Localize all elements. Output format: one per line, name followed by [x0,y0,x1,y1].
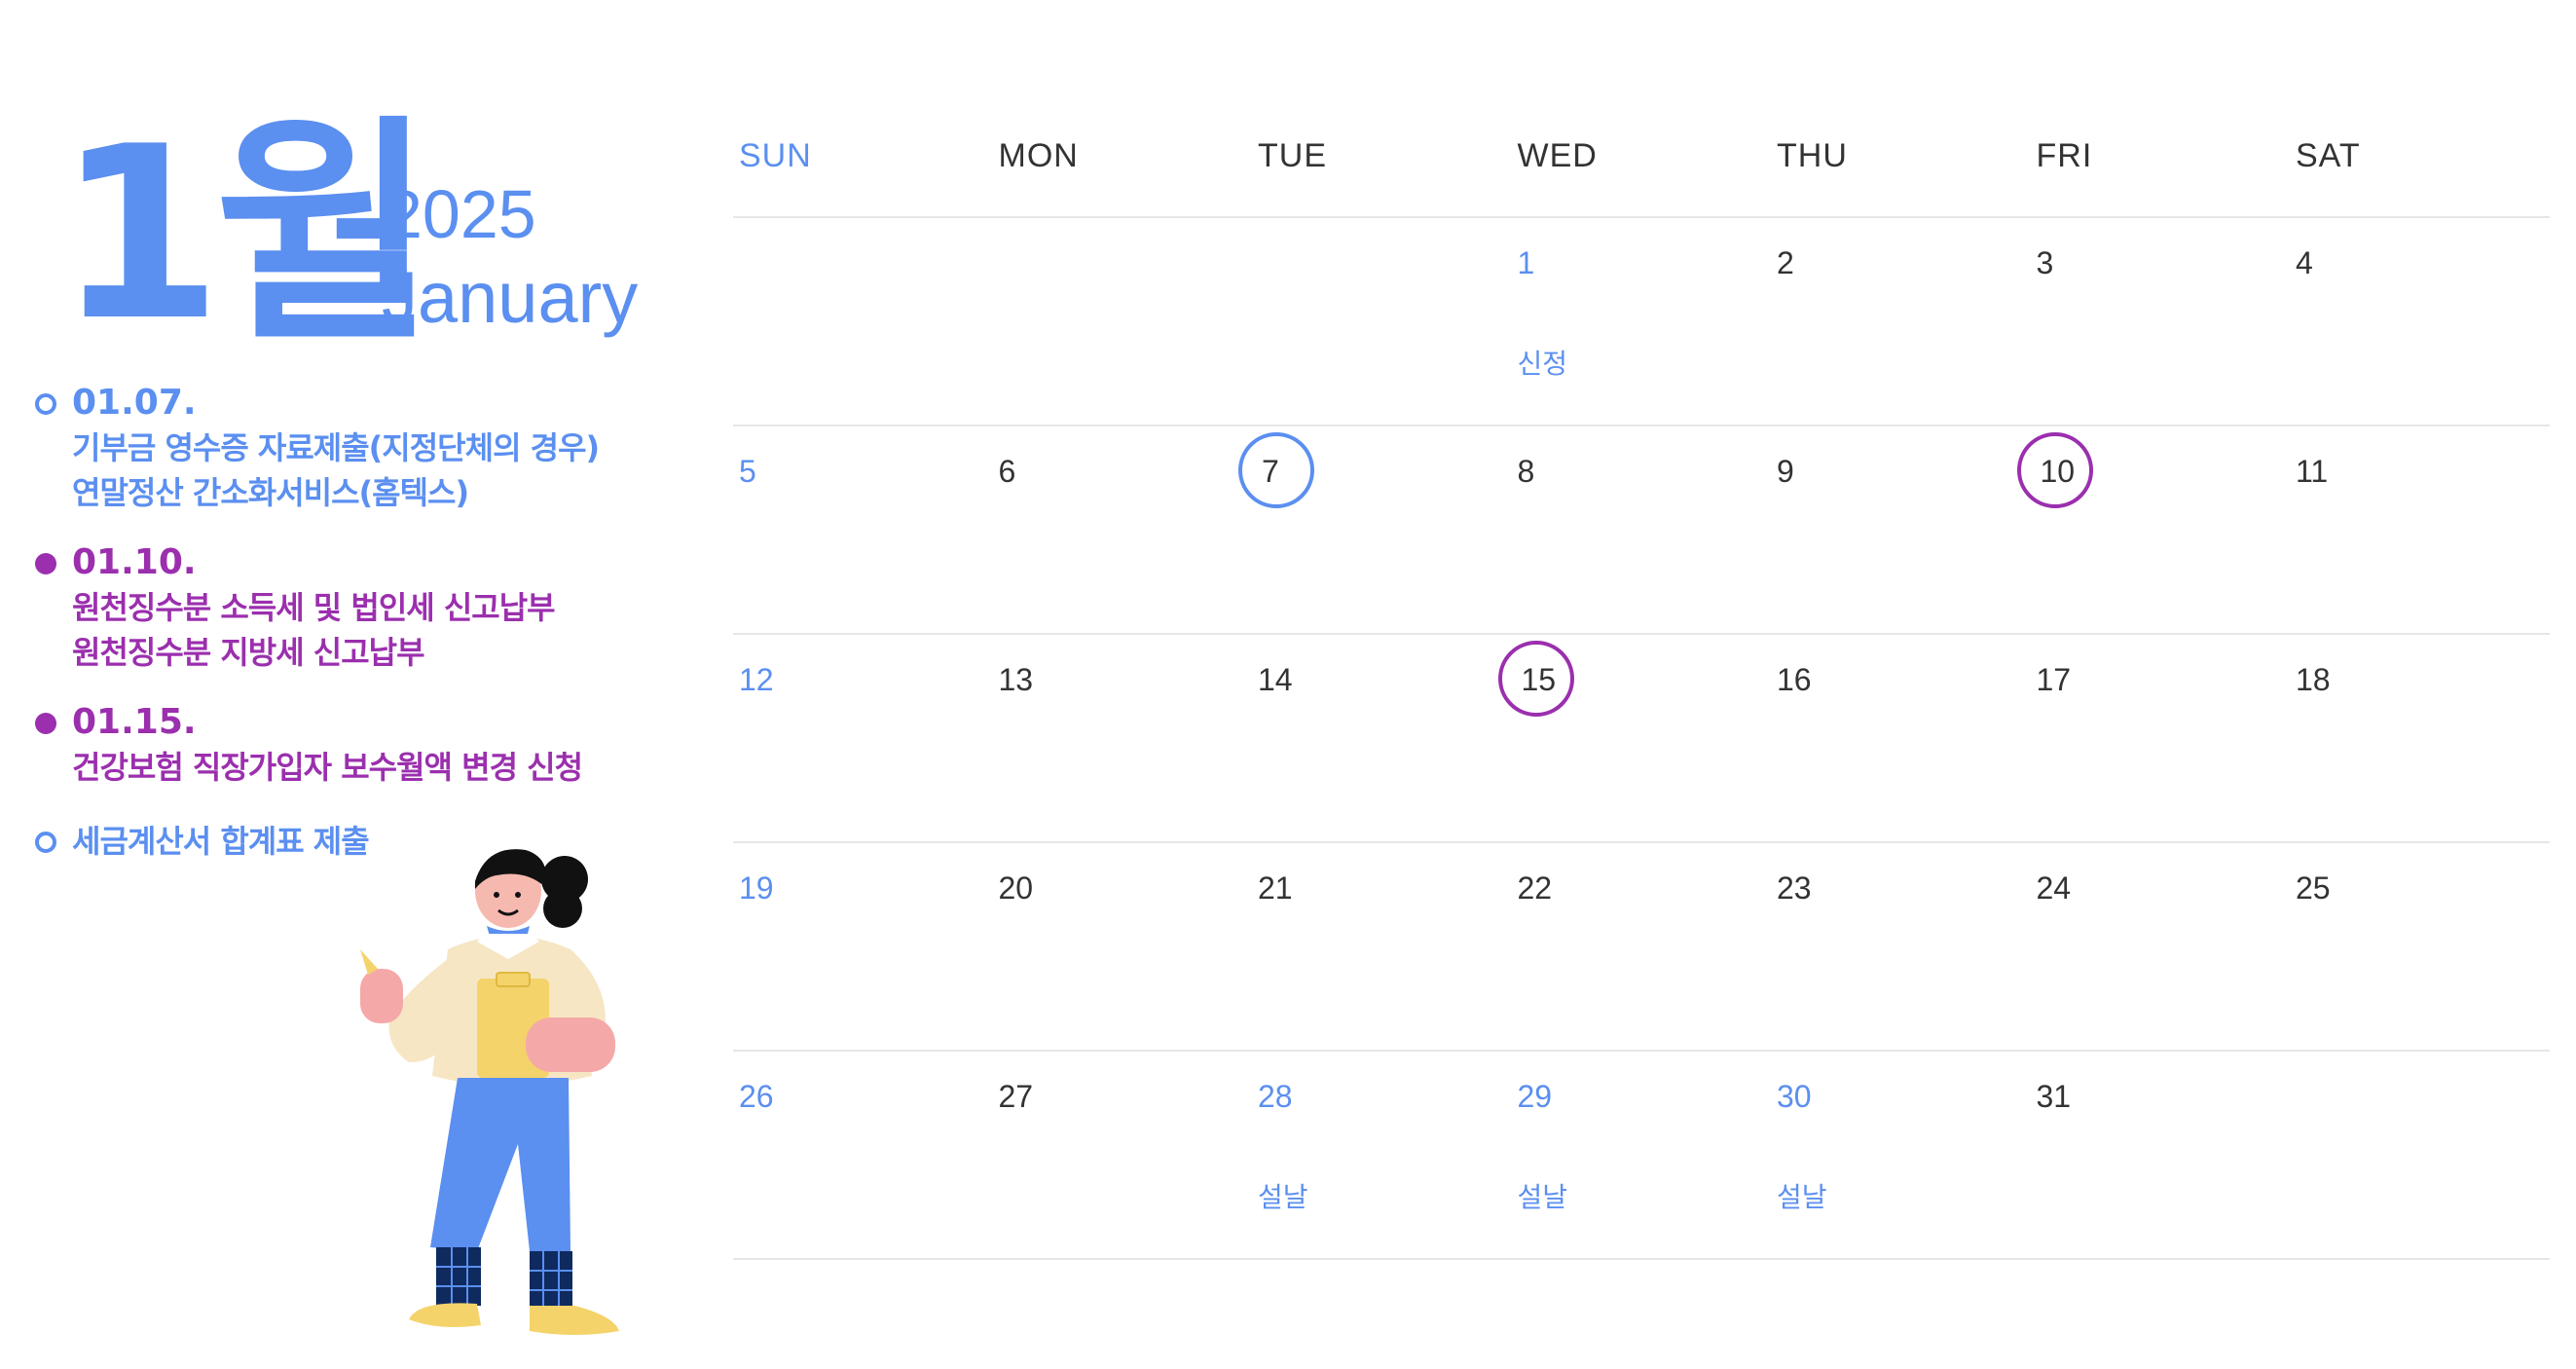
day-2[interactable]: 2 [1777,243,1794,282]
day-31[interactable]: 31 [2037,1077,2072,1116]
schedule-text: 세금계산서 합계표 제출 [72,823,370,860]
day-11[interactable]: 11 [2296,452,2328,491]
row-divider [733,425,2550,426]
day-6[interactable]: 6 [999,452,1016,491]
filled-circle-icon [35,713,56,734]
hollow-circle-icon [35,393,56,415]
day-13[interactable]: 13 [999,660,1034,699]
weekday-header-wed: WED [1517,137,1598,174]
day-4[interactable]: 4 [2296,243,2313,282]
day-27[interactable]: 27 [999,1077,1034,1116]
day-18[interactable]: 18 [2296,660,2331,699]
day-14[interactable]: 14 [1258,660,1293,699]
day-16[interactable]: 16 [1777,660,1812,699]
filled-circle-icon [35,553,56,574]
schedule-text: 연말정산 간소화서비스(홈텍스) [72,474,469,511]
day-8[interactable]: 8 [1518,452,1535,491]
row-divider [733,841,2550,843]
weekday-header-thu: THU [1777,137,1848,174]
weekday-header-mon: MON [998,137,1079,174]
month-number: 1월 [56,95,434,373]
day-3[interactable]: 3 [2037,243,2054,282]
row-divider [733,216,2550,218]
schedule-text: 원천징수분 지방세 신고납부 [72,634,425,671]
month-english: January [382,257,639,338]
day-9[interactable]: 9 [1777,452,1794,491]
day-20[interactable]: 20 [999,869,1034,907]
schedule-text: 원천징수분 소득세 및 법인세 신고납부 [72,589,556,626]
day-22[interactable]: 22 [1518,869,1553,907]
day-17[interactable]: 17 [2037,660,2072,699]
day-23[interactable]: 23 [1777,869,1812,907]
holiday-label: 설날 [1517,1181,1568,1213]
row-divider [733,1050,2550,1052]
row-divider [733,633,2550,635]
day-21[interactable]: 21 [1258,869,1293,907]
day-28[interactable]: 28 [1258,1077,1293,1116]
schedule-date: 01.15. [72,702,197,742]
hollow-circle-icon [35,832,56,853]
schedule-date: 01.10. [72,542,197,582]
day-1[interactable]: 1 [1518,243,1535,282]
year-label: 2025 [385,176,536,252]
weekday-header-fri: FRI [2036,137,2093,174]
weekday-header-tue: TUE [1258,137,1327,174]
weekday-header-sat: SAT [2296,137,2361,174]
schedule-date: 01.07. [72,383,197,423]
day-12[interactable]: 12 [739,660,774,699]
holiday-label: 신정 [1517,348,1568,380]
day-29[interactable]: 29 [1518,1077,1553,1116]
day-7[interactable]: 7 [1262,452,1279,491]
row-divider [733,1258,2550,1260]
day-30[interactable]: 30 [1777,1077,1812,1116]
day-15[interactable]: 15 [1522,660,1557,699]
holiday-label: 설날 [1258,1181,1308,1213]
day-26[interactable]: 26 [739,1077,774,1116]
schedule-text: 건강보험 직장가입자 보수월액 변경 신청 [72,749,583,786]
day-25[interactable]: 25 [2296,869,2331,907]
holiday-label: 설날 [1777,1181,1827,1213]
weekday-header-sun: SUN [739,137,812,174]
schedule-text: 기부금 영수증 자료제출(지정단체의 경우) [72,429,600,466]
day-19[interactable]: 19 [739,869,774,907]
day-10[interactable]: 10 [2041,452,2076,491]
woman-with-clipboard-illustration [360,849,619,1335]
day-5[interactable]: 5 [739,452,756,491]
day-24[interactable]: 24 [2037,869,2072,907]
